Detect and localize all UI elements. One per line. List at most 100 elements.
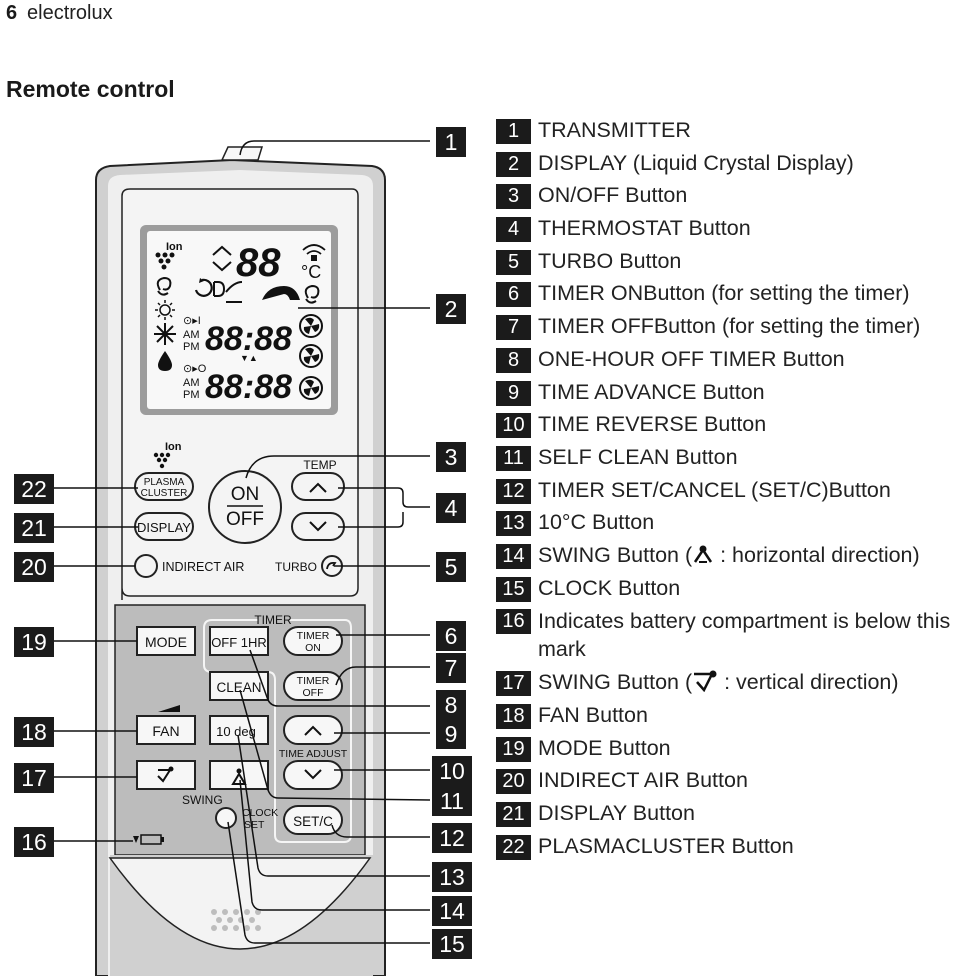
temp-up-button[interactable]	[291, 472, 345, 501]
legend-text-after: : horizontal direction)	[714, 542, 920, 567]
legend-number: 18	[496, 704, 531, 729]
clock-set-button[interactable]	[215, 807, 237, 829]
legend-item: 20 INDIRECT AIR Button	[496, 767, 960, 800]
lcd-pm-2: PM	[183, 389, 200, 401]
svg-text:Ion: Ion	[165, 441, 182, 453]
callout-5: 5	[436, 552, 466, 582]
legend-item: 5 TURBO Button	[496, 248, 960, 281]
legend-number: 5	[496, 249, 531, 275]
legend-item: 22 PLASMACLUSTER Button	[496, 833, 960, 866]
time-reverse-button[interactable]	[283, 760, 343, 790]
svg-text:MODE: MODE	[145, 634, 187, 650]
turbo-label: TURBO	[275, 560, 317, 574]
callout-13: 13	[432, 862, 472, 892]
callout-8: 8	[436, 690, 466, 720]
legend-number: 20	[496, 769, 531, 795]
legend-number: 3	[496, 184, 531, 210]
timer-on-button[interactable]: TIMER ON	[283, 626, 343, 656]
legend-text: TURBO Button	[538, 248, 682, 273]
legend-item: 4 THERMOSTAT Button	[496, 215, 960, 248]
legend-item: 2 DISPLAY (Liquid Crystal Display)	[496, 150, 960, 183]
mode-button[interactable]: MODE	[136, 626, 196, 656]
svg-text:Ion: Ion	[166, 241, 183, 253]
on-off-button[interactable]: ON OFF	[208, 470, 282, 544]
svg-text:PLASMA: PLASMA	[144, 477, 185, 488]
callout-16: 16	[14, 827, 54, 857]
legend-item: 3 ON/OFF Button	[496, 182, 960, 215]
temp-label: TEMP	[303, 458, 336, 472]
legend-text: CLOCK Button	[538, 575, 681, 600]
callout-22: 22	[14, 474, 54, 504]
legend-text: MODE Button	[538, 735, 671, 760]
timer-off-button[interactable]: TIMER OFF	[283, 671, 343, 701]
timer-group-label: TIMER	[254, 613, 292, 627]
legend-number: 1	[496, 119, 531, 144]
svg-text:OFF 1HR: OFF 1HR	[211, 635, 267, 650]
legend-number: 4	[496, 217, 531, 243]
legend-item: 10 TIME REVERSE Button	[496, 411, 960, 444]
callout-2: 2	[436, 294, 466, 324]
legend-item: 16 Indicates battery compartment is below…	[496, 607, 960, 669]
legend-number: 7	[496, 315, 531, 341]
legend-number: 21	[496, 802, 531, 828]
legend-text: PLASMACLUSTER Button	[538, 833, 794, 858]
swing-label: SWING	[182, 793, 223, 807]
swing-vertical-button[interactable]	[136, 760, 196, 790]
legend-number: 17	[496, 671, 531, 697]
legend-text: TIMER ONButton (for setting the timer)	[538, 281, 910, 306]
legend-text-before: SWING Button (	[538, 670, 693, 695]
display-button[interactable]: DISPLAY	[134, 512, 194, 541]
remote-diagram: Ion 88 °C ⊙▸I AM PM ⊙▸O AM PM 88:88 ▼▲ 8…	[54, 140, 431, 976]
legend-text: DISPLAY Button	[538, 801, 695, 826]
callout-10: 10	[432, 756, 472, 786]
lcd-arrows: ▼▲	[240, 353, 258, 363]
svg-text:OFF: OFF	[303, 687, 324, 699]
callout-11: 11	[432, 786, 472, 816]
legend-text: SWING Button ( : horizontal direction)	[538, 542, 920, 569]
callout-4: 4	[436, 493, 466, 523]
lcd-timer-off-icon: ⊙▸O	[183, 363, 207, 375]
indirect-air-button[interactable]	[134, 554, 158, 578]
callout-19: 19	[14, 627, 54, 657]
legend-number: 16	[496, 609, 531, 635]
legend-text: TRANSMITTER	[538, 118, 691, 142]
legend-number: 15	[496, 576, 531, 602]
lcd-timer-off-digits: 88:88	[205, 368, 292, 406]
swing-horizontal-button[interactable]	[209, 760, 269, 790]
off-1hr-button[interactable]: OFF 1HR	[209, 626, 269, 656]
legend-text: ONE-HOUR OFF TIMER Button	[538, 346, 845, 371]
legend-text: SWING Button ( : vertical direction)	[538, 669, 899, 696]
callout-17: 17	[14, 763, 54, 793]
legend-item: 1 TRANSMITTER	[496, 117, 960, 150]
plasmacluster-button[interactable]: PLASMA CLUSTER	[134, 472, 194, 501]
legend-number: 6	[496, 282, 531, 308]
legend-item: 21 DISPLAY Button	[496, 800, 960, 833]
legend-item: 7 TIMER OFFButton (for setting the timer)	[496, 313, 960, 346]
legend-number: 19	[496, 736, 531, 762]
clock-label-1: CLOCK	[242, 807, 278, 819]
callout-1: 1	[436, 127, 466, 157]
legend-number: 13	[496, 511, 531, 537]
lcd-am-1: AM	[183, 329, 200, 341]
legend-number: 10	[496, 413, 531, 439]
time-advance-button[interactable]	[283, 715, 343, 745]
legend-item: 19 MODE Button	[496, 735, 960, 768]
lcd-temp-unit: °C	[301, 262, 321, 282]
legend-text: TIMER SET/CANCEL (SET/C)Button	[538, 477, 891, 502]
temp-down-button[interactable]	[291, 512, 345, 541]
fan-button[interactable]: FAN	[136, 715, 196, 745]
legend-number: 22	[496, 834, 531, 860]
legend-text: DISPLAY (Liquid Crystal Display)	[538, 150, 854, 175]
legend-number: 2	[496, 151, 531, 177]
svg-text:ON: ON	[305, 642, 321, 654]
callout-7: 7	[436, 653, 466, 683]
clock-label-2: SET	[244, 819, 265, 831]
legend-number: 14	[496, 543, 531, 569]
legend-item: 9 TIME ADVANCE Button	[496, 379, 960, 412]
svg-text:TIMER: TIMER	[297, 675, 330, 687]
callout-3: 3	[436, 442, 466, 472]
legend-item: 14 SWING Button ( : horizontal direction)	[496, 542, 960, 575]
legend-number: 12	[496, 478, 531, 504]
lcd-timer-on-icon: ⊙▸I	[183, 315, 201, 327]
callout-6: 6	[436, 621, 466, 651]
